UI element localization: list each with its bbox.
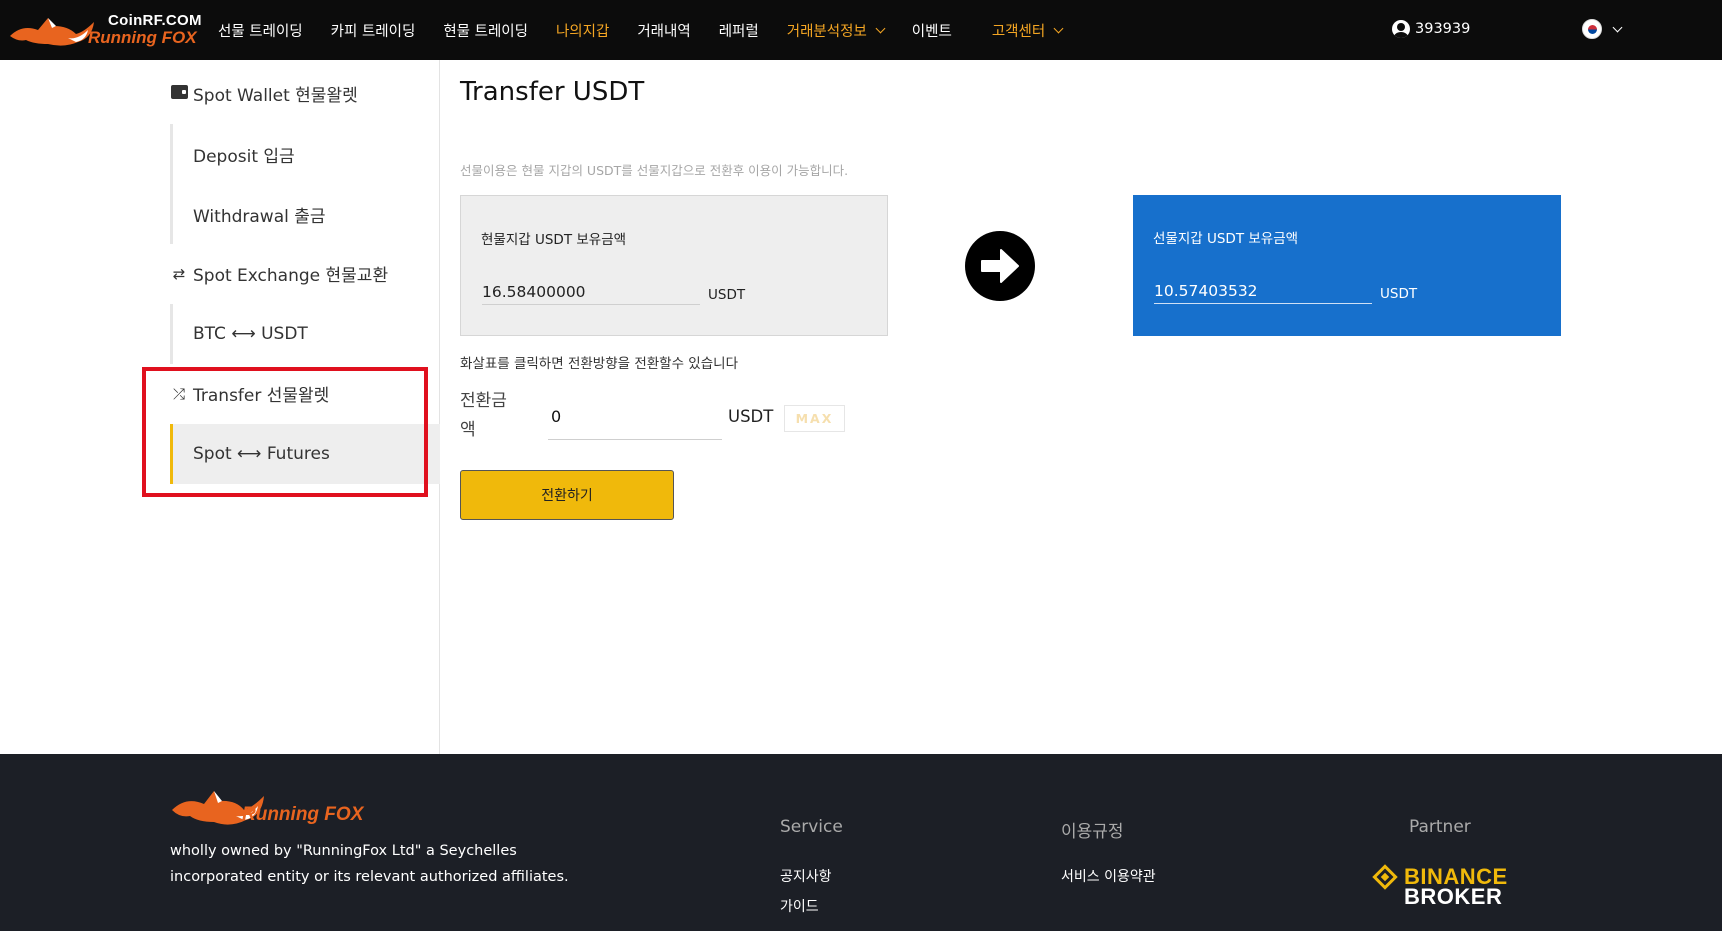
footer-logo-text: Running FOX bbox=[242, 804, 364, 825]
footer: Running FOX wholly owned by "RunningFox … bbox=[0, 754, 1722, 931]
arrow-right-icon bbox=[981, 249, 1019, 283]
footer-link-notice[interactable]: 공지사항 bbox=[780, 866, 832, 886]
sidebar-spot-wallet[interactable]: Spot Wallet 현물왈렛 bbox=[170, 81, 358, 106]
amount-unit: USDT bbox=[728, 407, 774, 426]
footer-service-heading: Service bbox=[780, 817, 843, 837]
nav-referral[interactable]: 레퍼럴 bbox=[719, 20, 759, 41]
spot-balance-unit: USDT bbox=[708, 287, 746, 303]
sidebar-item-btc-usdt[interactable]: BTC ⟷ USDT bbox=[170, 304, 440, 364]
futures-balance-unit: USDT bbox=[1380, 286, 1418, 302]
swap-direction-button[interactable] bbox=[965, 231, 1035, 301]
direction-hint: 화살표를 클릭하면 전환방향을 전환할수 있습니다 bbox=[460, 356, 738, 372]
amount-input[interactable] bbox=[548, 400, 722, 440]
spot-balance-value: 16.58400000 bbox=[482, 283, 700, 305]
sidebar-item-withdrawal[interactable]: Withdrawal 출금 bbox=[170, 184, 440, 244]
nav-events[interactable]: 이벤트 bbox=[912, 20, 952, 41]
footer-link-terms[interactable]: 서비스 이용약관 bbox=[1061, 866, 1156, 886]
chevron-down-icon bbox=[875, 23, 886, 33]
footer-partner-heading: Partner bbox=[1409, 817, 1471, 837]
spot-wallet-card: 현물지갑 USDT 보유금액 16.58400000 USDT bbox=[460, 195, 888, 336]
footer-link-guide[interactable]: 가이드 bbox=[780, 896, 819, 916]
sidebar-item-deposit[interactable]: Deposit 입금 bbox=[170, 124, 440, 184]
binance-icon bbox=[1372, 864, 1398, 890]
amount-label: 전환금액 bbox=[460, 391, 507, 440]
nav-copy-trading[interactable]: 카피 트레이딩 bbox=[331, 20, 416, 41]
transfer-button[interactable]: 전환하기 bbox=[460, 470, 674, 520]
nav-my-wallet[interactable]: 나의지갑 bbox=[556, 20, 609, 41]
user-account[interactable]: 393939 bbox=[1392, 20, 1470, 38]
exchange-arrows-icon: ⇄ bbox=[172, 264, 186, 283]
futures-balance-value: 10.57403532 bbox=[1154, 282, 1372, 304]
language-selector[interactable] bbox=[1582, 19, 1623, 39]
user-icon bbox=[1392, 20, 1410, 38]
user-id: 393939 bbox=[1415, 21, 1471, 37]
brand-name-bottom: Running FOX bbox=[88, 28, 197, 47]
spot-balance-label: 현물지갑 USDT 보유금액 bbox=[481, 232, 627, 248]
footer-terms-heading: 이용규정 bbox=[1061, 822, 1124, 842]
chevron-down-icon bbox=[1053, 23, 1064, 33]
chevron-down-icon bbox=[1612, 22, 1623, 32]
brand-name-top: CoinRF.COM bbox=[108, 12, 202, 29]
nav-spot-trading[interactable]: 현물 트레이딩 bbox=[443, 20, 528, 41]
brand-logo[interactable]: CoinRF.COM Running FOX bbox=[8, 8, 202, 52]
futures-wallet-card: 선물지갑 USDT 보유금액 10.57403532 USDT bbox=[1133, 195, 1561, 336]
footer-logo[interactable]: Running FOX bbox=[170, 788, 380, 830]
nav-customer-center[interactable]: 고객센터 bbox=[992, 20, 1064, 41]
main-nav: 선물 트레이딩 카피 트레이딩 현물 트레이딩 나의지갑 거래내역 레퍼럴 거래… bbox=[218, 0, 1090, 60]
wallet-icon bbox=[170, 84, 188, 99]
nav-trade-history[interactable]: 거래내역 bbox=[637, 20, 690, 41]
binance-broker-logo[interactable]: BINANCE BROKER bbox=[1372, 864, 1514, 909]
futures-balance-label: 선물지갑 USDT 보유금액 bbox=[1153, 231, 1299, 247]
korea-flag-icon bbox=[1582, 19, 1602, 39]
nav-trade-analysis[interactable]: 거래분석정보 bbox=[787, 20, 886, 41]
transfer-note: 선물이용은 현물 지갑의 USDT를 선물지갑으로 전환후 이용이 가능합니다. bbox=[460, 163, 849, 178]
footer-description: wholly owned by "RunningFox Ltd" a Seych… bbox=[170, 843, 569, 885]
page-title: Transfer USDT bbox=[460, 77, 645, 107]
max-button[interactable]: MAX bbox=[784, 405, 845, 432]
highlight-box bbox=[142, 367, 428, 497]
fox-logo-icon bbox=[10, 18, 94, 46]
nav-futures-trading[interactable]: 선물 트레이딩 bbox=[218, 20, 303, 41]
top-navbar: CoinRF.COM Running FOX 선물 트레이딩 카피 트레이딩 현… bbox=[0, 0, 1722, 60]
sidebar-spot-exchange[interactable]: ⇄ Spot Exchange 현물교환 bbox=[170, 261, 388, 287]
